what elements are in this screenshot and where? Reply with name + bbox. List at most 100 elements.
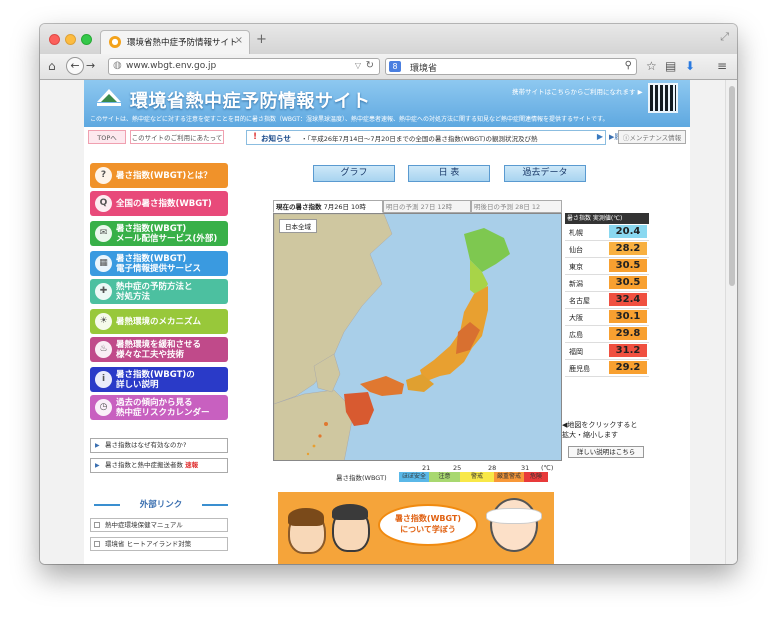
wbgt-value: 29.8 bbox=[609, 327, 647, 340]
bookmark-star-icon[interactable]: ☆ bbox=[646, 59, 657, 73]
url-bar[interactable]: ◍ www.wbgt.env.go.jp ▽ ↻ bbox=[108, 58, 380, 75]
tab-time: 28日 12 bbox=[515, 203, 541, 211]
maintenance-button[interactable]: ⓘメンテナンス情報 bbox=[618, 130, 686, 144]
menu-icon: ? bbox=[95, 167, 112, 184]
table-row[interactable]: 東京 30.5 bbox=[565, 258, 649, 275]
google-search-icon[interactable]: 8 bbox=[389, 61, 401, 72]
top-button[interactable]: TOPへ bbox=[88, 130, 126, 144]
extlink-label: 環境省 ヒートアイランド対策 bbox=[105, 540, 192, 548]
menu-item-7[interactable]: i 暑さ指数(WBGT)の 詳しい説明 bbox=[90, 367, 228, 392]
learn-wbgt-banner[interactable]: 暑さ指数(WBGT) について学ぼう bbox=[278, 492, 554, 564]
table-row[interactable]: 仙台 28.2 bbox=[565, 241, 649, 258]
legend-threshold: 31 bbox=[521, 464, 530, 472]
minimize-window-button[interactable] bbox=[65, 34, 76, 45]
table-row[interactable]: 大阪 30.1 bbox=[565, 309, 649, 326]
legend-level: 厳重警戒 bbox=[494, 472, 524, 482]
triangle-icon: ▶ bbox=[95, 462, 100, 469]
tab-time: 7月26日 10時 bbox=[323, 203, 366, 211]
menu-item-4[interactable]: ✚ 熱中症の予防方法と 対処方法 bbox=[90, 279, 228, 304]
browser-tab[interactable]: ● 環境省熱中症予防情報サイト × bbox=[100, 30, 250, 54]
news-text[interactable]: ・「平成26年7月14日～7月20日までの全国の暑さ指数(WBGT)の観測状況及… bbox=[301, 133, 581, 143]
city-name: 大阪 bbox=[569, 314, 583, 322]
new-tab-icon[interactable]: + bbox=[256, 32, 267, 47]
menu-icon[interactable]: ≡ bbox=[717, 59, 727, 73]
menu-item-8[interactable]: ◷ 過去の傾向から見る 熱中症リスクカレンダー bbox=[90, 395, 228, 420]
menu-item-6[interactable]: ♨ 暑熱環境を緩和させる 様々な工夫や技術 bbox=[90, 337, 228, 362]
menu-item-5[interactable]: ☀ 暑熱環境のメカニズム bbox=[90, 309, 228, 334]
map-region-label: 日本全域 bbox=[279, 219, 317, 233]
legend-level: 警戒 bbox=[460, 472, 494, 482]
japan-wbgt-map[interactable]: 日本全域 bbox=[273, 213, 562, 461]
menu-icon: Q bbox=[95, 195, 112, 212]
tab-day-after-forecast[interactable]: 明後日の予測 28日 12 bbox=[471, 200, 562, 213]
city-name: 鹿児島 bbox=[569, 365, 590, 373]
fullscreen-icon[interactable]: ⤢ bbox=[720, 30, 729, 44]
external-link-icon bbox=[94, 541, 100, 547]
mobile-site-link[interactable]: 携帯サイトはこちらからご利用になれます ▶ bbox=[512, 86, 643, 96]
map-note-text: ◀地図をクリックすると 拡大・縮小します bbox=[562, 421, 638, 439]
menu-item-3[interactable]: ▦ 暑さ指数(WBGT) 電子情報提供サービス bbox=[90, 251, 228, 276]
table-row[interactable]: 福岡 31.2 bbox=[565, 343, 649, 360]
tab-current-wbgt[interactable]: 現在の暑さ指数 7月26日 10時 bbox=[273, 200, 383, 213]
search-icon[interactable]: ⚲ bbox=[625, 60, 632, 71]
table-row[interactable]: 鹿児島 29.2 bbox=[565, 360, 649, 377]
close-tab-icon[interactable]: × bbox=[235, 35, 243, 46]
menu-item-label: 暑さ指数(WBGT)とは？ bbox=[116, 170, 212, 181]
site-description: このサイトは、熱中症などに対する注意を促すことを目的に暑さ指数（WBGT：湿球黒… bbox=[90, 116, 609, 123]
url-dropdown-icon[interactable]: ▽ bbox=[355, 61, 361, 70]
table-row[interactable]: 名古屋 32.4 bbox=[565, 292, 649, 309]
external-link-icon bbox=[94, 522, 100, 528]
boy-character-icon bbox=[332, 504, 370, 552]
favicon-icon: ● bbox=[109, 36, 121, 48]
daily-table-button[interactable]: 日 表 bbox=[408, 165, 490, 182]
table-row[interactable]: 広島 29.8 bbox=[565, 326, 649, 343]
news-ticker[interactable]: ! お知らせ ・「平成26年7月14日～7月20日までの全国の暑さ指数(WBGT… bbox=[246, 130, 606, 145]
back-button[interactable]: ← bbox=[66, 57, 84, 75]
legend-threshold: 21 bbox=[422, 464, 431, 472]
home-icon[interactable]: ⌂ bbox=[48, 59, 56, 73]
news-label: お知らせ bbox=[261, 134, 291, 143]
tab-tomorrow-forecast[interactable]: 明日の予測 27日 12時 bbox=[383, 200, 471, 213]
menu-item-label: 過去の傾向から見る 熱中症リスクカレンダー bbox=[116, 397, 210, 418]
detail-explanation-button[interactable]: 詳しい説明はこちら bbox=[568, 446, 644, 458]
close-window-button[interactable] bbox=[49, 34, 60, 45]
wbgt-value: 29.2 bbox=[609, 361, 647, 374]
reload-icon[interactable]: ↻ bbox=[366, 60, 374, 71]
menu-item-0[interactable]: ? 暑さ指数(WBGT)とは？ bbox=[90, 163, 228, 188]
map-graphic bbox=[274, 214, 510, 460]
sublink-why-effective[interactable]: ▶ 暑さ指数はなぜ有効なのか? bbox=[90, 438, 228, 453]
menu-icon: ✉ bbox=[95, 225, 112, 242]
menu-icon: ✚ bbox=[95, 283, 112, 300]
sublink-label: 暑さ指数はなぜ有効なのか? bbox=[105, 441, 187, 449]
site-title[interactable]: 環境省熱中症予防情報サイト bbox=[130, 87, 371, 113]
news-next-icon[interactable]: ▶ bbox=[597, 132, 603, 141]
graph-button[interactable]: グラフ bbox=[313, 165, 395, 182]
menu-item-1[interactable]: Q 全国の暑さ指数(WBGT) bbox=[90, 191, 228, 216]
table-row[interactable]: 新潟 30.5 bbox=[565, 275, 649, 292]
web-page: 環境省熱中症予防情報サイト 携帯サイトはこちらからご利用になれます ▶ このサイ… bbox=[84, 80, 690, 564]
city-name: 札幌 bbox=[569, 229, 583, 237]
wbgt-value: 30.5 bbox=[609, 276, 647, 289]
menu-icon: ◷ bbox=[95, 399, 112, 416]
site-usage-button[interactable]: このサイトのご利用にあたって bbox=[130, 130, 224, 144]
qr-code-icon bbox=[648, 83, 678, 113]
extlink-heat-island[interactable]: 環境省 ヒートアイランド対策 bbox=[90, 537, 228, 551]
reading-list-icon[interactable]: ▤ bbox=[665, 59, 676, 73]
vertical-scrollbar[interactable] bbox=[725, 80, 737, 564]
search-bar[interactable]: 8 環境省 ⚲ bbox=[385, 58, 637, 75]
menu-item-2[interactable]: ✉ 暑さ指数(WBGT) メール配信サービス(外部) bbox=[90, 221, 228, 246]
extlink-manual[interactable]: 熱中症環境保健マニュアル bbox=[90, 518, 228, 532]
download-icon[interactable]: ⬇ bbox=[685, 59, 695, 73]
scrollbar-thumb[interactable] bbox=[729, 86, 735, 286]
girl-character-icon bbox=[288, 508, 326, 554]
city-name: 新潟 bbox=[569, 280, 583, 288]
past-data-button[interactable]: 過去データ bbox=[504, 165, 586, 182]
legend-threshold: (℃) bbox=[541, 464, 554, 472]
sub-nav-bar: TOPへ このサイトのご利用にあたって ! お知らせ ・「平成26年7月14日～… bbox=[84, 129, 690, 147]
table-row[interactable]: 札幌 20.4 bbox=[565, 224, 649, 241]
forward-button[interactable]: → bbox=[86, 59, 95, 72]
zoom-window-button[interactable] bbox=[81, 34, 92, 45]
sublink-transport-count[interactable]: ▶ 暑さ指数と熱中症搬送者数 速報 bbox=[90, 458, 228, 473]
professor-character-icon bbox=[486, 498, 542, 552]
legend-threshold: 25 bbox=[453, 464, 462, 472]
